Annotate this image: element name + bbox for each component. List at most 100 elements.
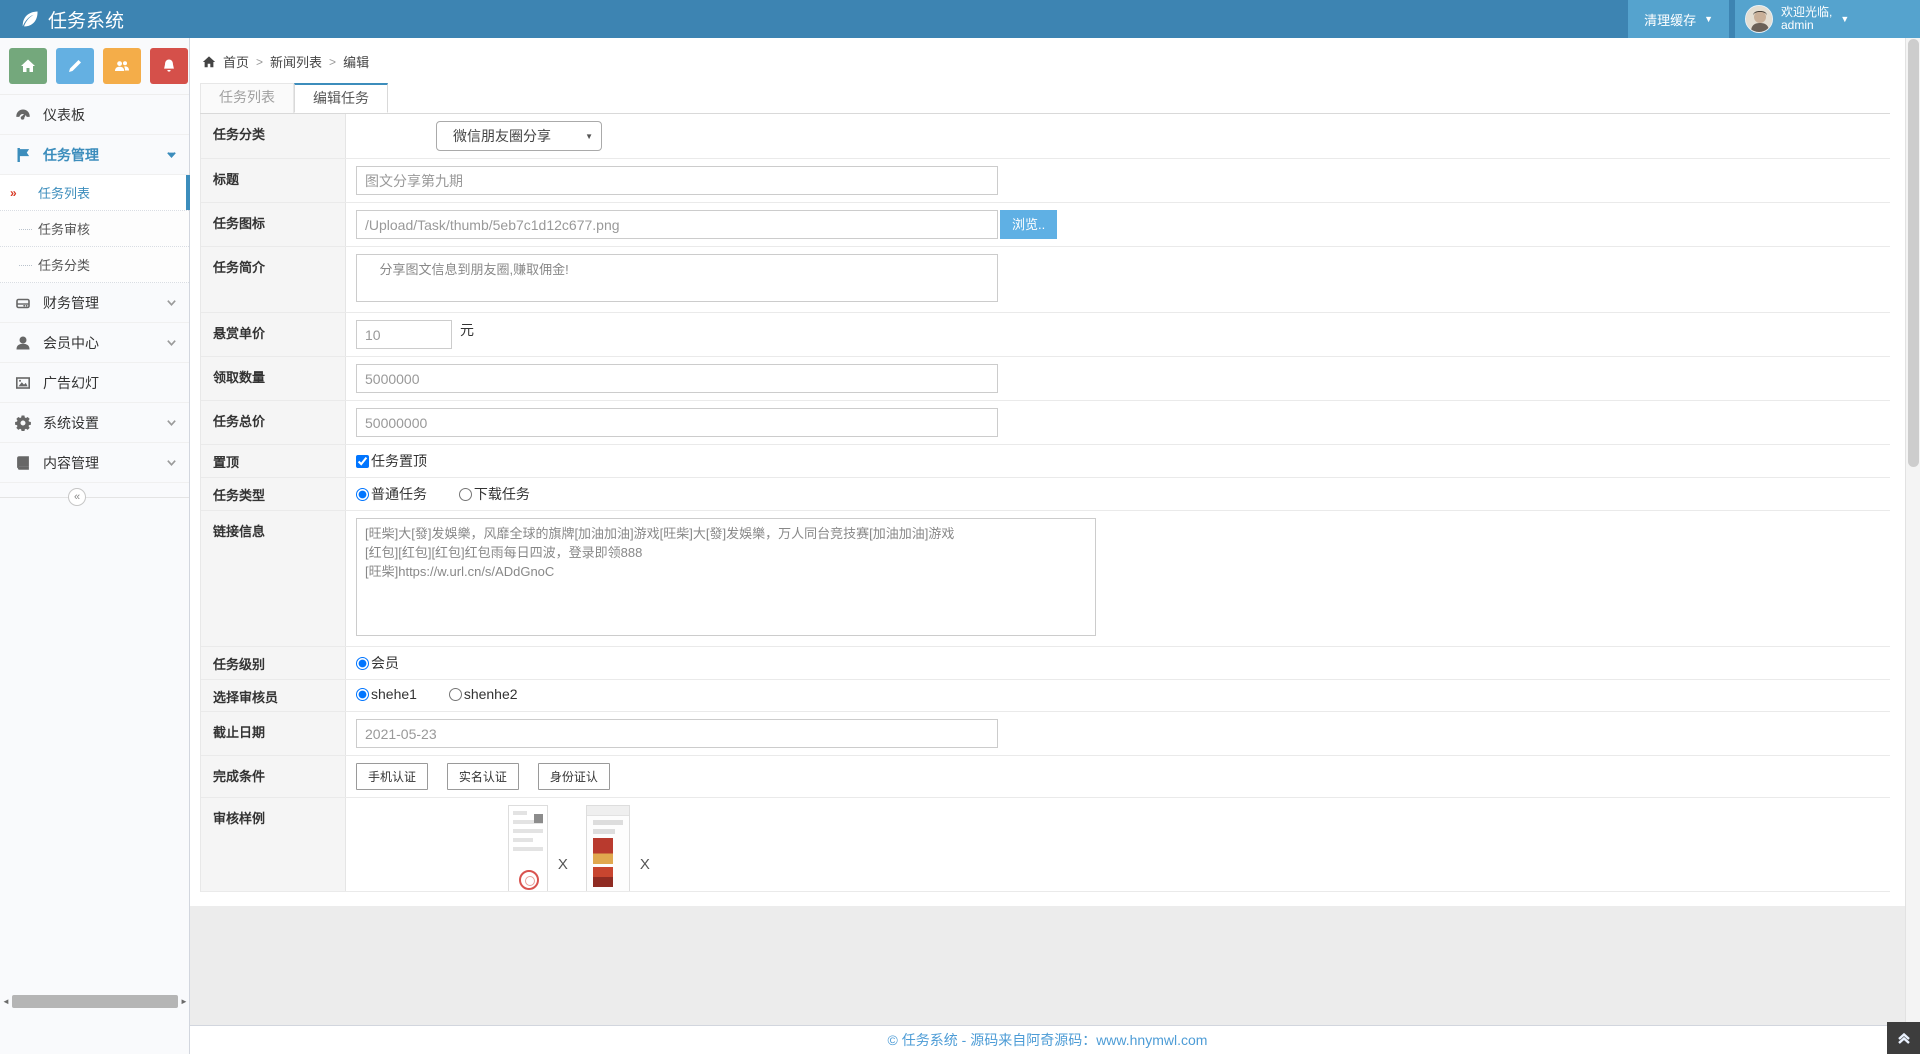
horizontal-scrollbar-thumb[interactable] — [12, 995, 178, 1008]
field-label: 任务类型 — [201, 478, 346, 510]
icon-path-input[interactable] — [356, 210, 998, 239]
form-row-pin: 置顶 任务置顶 — [201, 445, 1890, 478]
sample-thumbnail[interactable] — [508, 805, 548, 891]
vertical-scrollbar[interactable] — [1905, 38, 1920, 1054]
sidebar-item-content[interactable]: 内容管理 — [0, 443, 189, 483]
title-input[interactable] — [356, 166, 998, 195]
form-row-level: 任务级别 会员 — [201, 647, 1890, 680]
field-label: 标题 — [201, 159, 346, 202]
double-chevron-up-icon — [1897, 1031, 1911, 1045]
sidebar-item-label: 仪表板 — [43, 105, 85, 125]
field-label: 领取数量 — [201, 357, 346, 400]
field-label: 悬赏单价 — [201, 313, 346, 356]
field-label: 置顶 — [201, 445, 346, 477]
home-icon — [202, 55, 216, 69]
book-icon — [15, 455, 31, 471]
breadcrumb-separator: > — [329, 55, 336, 69]
sidebar-item-task-review[interactable]: 任务审核 — [0, 211, 189, 247]
reviewer-shehe1-radio[interactable] — [356, 688, 369, 701]
caret-down-icon: ▼ — [585, 132, 593, 141]
header-actions: 清理缓存 ▼ 欢迎光临, admin ▼ — [1628, 0, 1920, 38]
chevron-down-icon — [166, 455, 177, 471]
browse-button[interactable]: 浏览.. — [1000, 210, 1057, 239]
welcome-text: 欢迎光临, admin — [1781, 6, 1832, 32]
condition-idcard-button[interactable]: 身份证认 — [538, 763, 610, 790]
tab-task-list[interactable]: 任务列表 — [200, 83, 294, 113]
sidebar-item-task-category[interactable]: 任务分类 — [0, 247, 189, 283]
content-panel: 首页 > 新闻列表 > 编辑 任务列表 编辑任务 任务分类 微信朋友圈分享 ▼ — [190, 38, 1905, 906]
quantity-input[interactable] — [356, 364, 998, 393]
form-row-quantity: 领取数量 — [201, 357, 1890, 401]
breadcrumb-section[interactable]: 新闻列表 — [270, 52, 322, 71]
form-row-deadline: 截止日期 — [201, 712, 1890, 756]
users-button[interactable] — [103, 48, 141, 84]
pin-checkbox[interactable] — [356, 455, 369, 468]
sidebar-collapse-row: « — [0, 485, 189, 521]
sidebar-item-task-management[interactable]: 任务管理 — [0, 135, 189, 175]
caret-down-icon: ▼ — [1704, 14, 1713, 24]
sidebar-item-label: 广告幻灯 — [43, 373, 99, 393]
sidebar-item-dashboard[interactable]: 仪表板 — [0, 95, 189, 135]
sidebar-item-label: 会员中心 — [43, 333, 99, 353]
form-row-type: 任务类型 普通任务 下载任务 — [201, 478, 1890, 511]
scroll-left-arrow[interactable]: ◄ — [0, 997, 12, 1006]
scroll-right-arrow[interactable]: ► — [178, 997, 190, 1006]
bell-icon — [161, 58, 177, 74]
sidebar-item-label: 任务管理 — [43, 145, 99, 165]
link-info-textarea[interactable]: [旺柴]大[發]发娛樂，风靡全球的旗牌[加油加油]游戏[旺柴]大[發]发娛樂，万… — [356, 518, 1096, 636]
remove-sample-link[interactable]: X — [558, 856, 568, 873]
tab-bar: 任务列表 编辑任务 — [200, 83, 1890, 114]
form-row-category: 任务分类 微信朋友圈分享 ▼ — [201, 114, 1890, 159]
username: admin — [1781, 18, 1814, 32]
sidebar-collapse-button[interactable]: « — [68, 488, 86, 506]
back-to-top-button[interactable] — [1887, 1022, 1920, 1054]
type-normal-radio[interactable] — [356, 488, 369, 501]
intro-textarea[interactable]: 分享图文信息到朋友圈,赚取佣金! — [356, 254, 998, 302]
tab-edit-task[interactable]: 编辑任务 — [294, 83, 388, 113]
field-label: 审核样例 — [201, 798, 346, 891]
price-input[interactable] — [356, 320, 452, 349]
sidebar-item-task-list[interactable]: » 任务列表 — [0, 175, 189, 211]
user-icon — [15, 335, 31, 351]
chevron-down-icon — [166, 147, 177, 163]
sidebar-item-members[interactable]: 会员中心 — [0, 323, 189, 363]
edit-button[interactable] — [56, 48, 94, 84]
sidebar-item-settings[interactable]: 系统设置 — [0, 403, 189, 443]
sidebar-item-label: 财务管理 — [43, 293, 99, 313]
horizontal-scrollbar: ◄ ► — [0, 993, 190, 1009]
form-row-price: 悬赏单价 元 — [201, 313, 1890, 357]
condition-phone-button[interactable]: 手机认证 — [356, 763, 428, 790]
flag-icon — [15, 147, 31, 163]
sample-thumbnail[interactable] — [586, 805, 630, 891]
home-button[interactable] — [9, 48, 47, 84]
form-row-samples: 审核样例 X — [201, 798, 1890, 892]
form-row-intro: 任务简介 分享图文信息到朋友圈,赚取佣金! — [201, 247, 1890, 313]
caret-down-icon: ▼ — [1840, 14, 1849, 24]
active-marker-icon: » — [10, 186, 17, 200]
remove-sample-link[interactable]: X — [640, 856, 650, 873]
total-input[interactable] — [356, 408, 998, 437]
deadline-input[interactable] — [356, 719, 998, 748]
field-label: 选择审核员 — [201, 680, 346, 711]
chevron-down-icon — [166, 295, 177, 311]
user-menu[interactable]: 欢迎光临, admin ▼ — [1735, 0, 1920, 38]
field-label: 任务分类 — [201, 114, 346, 158]
condition-realname-button[interactable]: 实名认证 — [447, 763, 519, 790]
app-logo[interactable]: 任务系统 — [0, 6, 124, 33]
field-label: 完成条件 — [201, 756, 346, 797]
notifications-button[interactable] — [150, 48, 188, 84]
breadcrumb-home[interactable]: 首页 — [223, 52, 249, 71]
sample-images: X X — [346, 798, 1890, 891]
form-row-title: 标题 — [201, 159, 1890, 203]
type-download-radio[interactable] — [459, 488, 472, 501]
vertical-scrollbar-thumb[interactable] — [1908, 39, 1919, 467]
category-select[interactable]: 微信朋友圈分享 ▼ — [436, 121, 602, 151]
page-footer: © 任务系统 - 源码来自阿奇源码：www.hnymwl.com — [190, 1025, 1905, 1054]
quick-action-bar — [0, 38, 189, 94]
reviewer-shenhe2-radio[interactable] — [449, 688, 462, 701]
level-member-radio[interactable] — [356, 657, 369, 670]
clear-cache-button[interactable]: 清理缓存 ▼ — [1628, 0, 1729, 38]
sidebar-item-ad-slides[interactable]: 广告幻灯 — [0, 363, 189, 403]
sidebar-item-finance[interactable]: 财务管理 — [0, 283, 189, 323]
pencil-icon — [67, 58, 83, 74]
